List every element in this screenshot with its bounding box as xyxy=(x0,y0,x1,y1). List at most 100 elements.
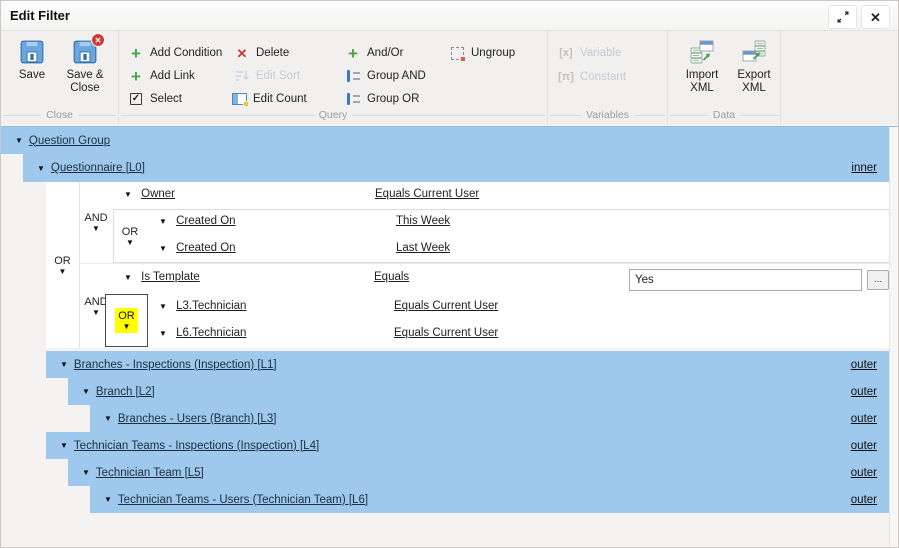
relation-link[interactable]: Branches - Inspections (Inspection) [L1] xyxy=(74,359,277,371)
condition-l6-technician-value: Equals Current User xyxy=(394,327,498,339)
edit-count-button[interactable]: Edit Count xyxy=(231,89,307,109)
collapse-arrow-icon[interactable]: ▼ xyxy=(37,164,45,173)
ribbon-group-query: + Add Condition + Add Link ✓ Select ✕ De… xyxy=(119,31,548,124)
relation-link[interactable]: Technician Teams - Inspections (Inspecti… xyxy=(74,440,319,452)
tree-row-l4[interactable]: ▼ Technician Teams - Inspections (Inspec… xyxy=(46,432,889,459)
relation-link[interactable]: Branches - Users (Branch) [L3] xyxy=(118,413,277,425)
value-link[interactable]: Last Week xyxy=(396,242,450,254)
group1-operator[interactable]: AND ▼ xyxy=(79,182,113,263)
is-template-value-input[interactable] xyxy=(629,269,862,291)
join-type-link[interactable]: outer xyxy=(851,467,877,479)
root-operator[interactable]: OR ▼ xyxy=(46,182,79,348)
and-or-button[interactable]: + And/Or xyxy=(345,43,403,63)
dropdown-icon: ▼ xyxy=(126,238,134,247)
delete-button[interactable]: ✕ Delete xyxy=(234,43,289,63)
group-or-button[interactable]: Group OR xyxy=(345,89,419,109)
join-type-link[interactable]: inner xyxy=(851,162,877,174)
condition-l3-technician-value: Equals Current User xyxy=(394,300,498,312)
or-group2-box: OR ▼ xyxy=(105,294,148,347)
or-group2-operator-selected[interactable]: OR ▼ xyxy=(115,308,138,333)
variable-button: [x] Variable xyxy=(558,43,621,63)
field-link[interactable]: L3.Technician xyxy=(176,300,246,312)
value-picker-button[interactable]: ... xyxy=(867,270,889,290)
export-xml-button[interactable]: Export XML xyxy=(731,39,777,95)
export-xml-icon xyxy=(741,39,767,65)
maximize-button[interactable] xyxy=(828,5,857,29)
vertical-scrollbar[interactable] xyxy=(889,127,898,547)
collapse-arrow-icon[interactable]: ▼ xyxy=(60,360,68,369)
count-icon xyxy=(232,93,247,105)
add-condition-button[interactable]: + Add Condition xyxy=(128,43,222,63)
constant-icon: [π] xyxy=(558,71,574,83)
value-link[interactable]: This Week xyxy=(396,215,450,227)
join-type-link[interactable]: outer xyxy=(851,413,877,425)
field-link[interactable]: Is Template xyxy=(141,271,200,283)
relation-link[interactable]: Branch [L2] xyxy=(96,386,155,398)
select-button[interactable]: ✓ Select xyxy=(128,89,182,109)
tree-row-l1[interactable]: ▼ Branches - Inspections (Inspection) [L… xyxy=(46,351,889,378)
field-link[interactable]: Owner xyxy=(141,188,175,200)
field-dropdown-icon[interactable]: ▼ xyxy=(159,302,167,311)
tree-row-questionnaire[interactable]: ▼ Questionnaire [L0] inner xyxy=(23,154,889,182)
group-caption-query: Query xyxy=(121,108,545,122)
import-xml-icon xyxy=(689,39,715,65)
or-group1-operator[interactable]: OR ▼ xyxy=(113,209,147,263)
collapse-arrow-icon[interactable]: ▼ xyxy=(82,468,90,477)
ribbon-group-data: Import XML Export XML Data xyxy=(668,31,781,124)
field-dropdown-icon[interactable]: ▼ xyxy=(124,273,132,282)
import-xml-button[interactable]: Import XML xyxy=(679,39,725,95)
save-close-button[interactable]: ✕ Save & Close xyxy=(59,39,111,95)
field-link[interactable]: L6.Technician xyxy=(176,327,246,339)
value-link[interactable]: Equals Current User xyxy=(394,327,498,339)
condition-owner-value: Equals Current User xyxy=(375,188,479,200)
ribbon-group-close: Save ✕ Save & Close Close xyxy=(1,31,119,124)
collapse-arrow-icon[interactable]: ▼ xyxy=(82,387,90,396)
tree-row-l3[interactable]: ▼ Branches - Users (Branch) [L3] outer xyxy=(90,405,889,432)
value-link[interactable]: Equals Current User xyxy=(394,300,498,312)
join-type-link[interactable]: outer xyxy=(851,386,877,398)
questionnaire-link[interactable]: Questionnaire [L0] xyxy=(51,162,145,174)
tree-row-question-group[interactable]: ▼ Question Group xyxy=(1,127,889,154)
condition-owner: ▼ Owner xyxy=(124,188,175,200)
close-button[interactable]: ✕ xyxy=(861,5,890,29)
constant-button: [π] Constant xyxy=(558,67,626,87)
field-link[interactable]: Created On xyxy=(176,242,235,254)
dropdown-icon: ▼ xyxy=(59,267,67,276)
field-dropdown-icon[interactable]: ▼ xyxy=(159,217,167,226)
condition-created-on-2-value: Last Week xyxy=(396,242,450,254)
ribbon: Save ✕ Save & Close Close + xyxy=(1,31,898,124)
collapse-arrow-icon[interactable]: ▼ xyxy=(104,414,112,423)
close-icon: ✕ xyxy=(870,11,881,24)
collapse-arrow-icon[interactable]: ▼ xyxy=(104,495,112,504)
close-badge-icon: ✕ xyxy=(91,33,105,47)
value-link[interactable]: Equals Current User xyxy=(375,188,479,200)
condition-l3-technician: ▼ L3.Technician xyxy=(159,300,246,312)
relation-link[interactable]: Technician Teams - Users (Technician Tea… xyxy=(118,494,368,506)
join-type-link[interactable]: outer xyxy=(851,494,877,506)
field-dropdown-icon[interactable]: ▼ xyxy=(159,244,167,253)
group-caption-variables: Variables xyxy=(550,108,665,122)
save-button[interactable]: Save xyxy=(11,39,53,82)
operator-link[interactable]: Equals xyxy=(374,271,409,283)
condition-created-on-2: ▼ Created On xyxy=(159,242,236,254)
relation-link[interactable]: Technician Team [L5] xyxy=(96,467,204,479)
condition-is-template: ▼ Is Template xyxy=(124,271,200,283)
tree-row-l6[interactable]: ▼ Technician Teams - Users (Technician T… xyxy=(90,486,889,513)
dialog-title: Edit Filter xyxy=(10,8,70,23)
field-dropdown-icon[interactable]: ▼ xyxy=(124,190,132,199)
titlebar: Edit Filter ✕ xyxy=(1,1,898,31)
dropdown-icon: ▼ xyxy=(92,308,100,317)
question-group-link[interactable]: Question Group xyxy=(29,135,110,147)
join-type-link[interactable]: outer xyxy=(851,359,877,371)
ungroup-button[interactable]: Ungroup xyxy=(449,43,515,63)
group-caption-data: Data xyxy=(670,108,778,122)
join-type-link[interactable]: outer xyxy=(851,440,877,452)
tree-row-l5[interactable]: ▼ Technician Team [L5] outer xyxy=(68,459,889,486)
group-and-button[interactable]: Group AND xyxy=(345,66,426,86)
add-link-button[interactable]: + Add Link xyxy=(128,66,195,86)
tree-row-l2[interactable]: ▼ Branch [L2] outer xyxy=(68,378,889,405)
collapse-arrow-icon[interactable]: ▼ xyxy=(60,441,68,450)
field-link[interactable]: Created On xyxy=(176,215,235,227)
field-dropdown-icon[interactable]: ▼ xyxy=(159,329,167,338)
collapse-arrow-icon[interactable]: ▼ xyxy=(15,136,23,145)
